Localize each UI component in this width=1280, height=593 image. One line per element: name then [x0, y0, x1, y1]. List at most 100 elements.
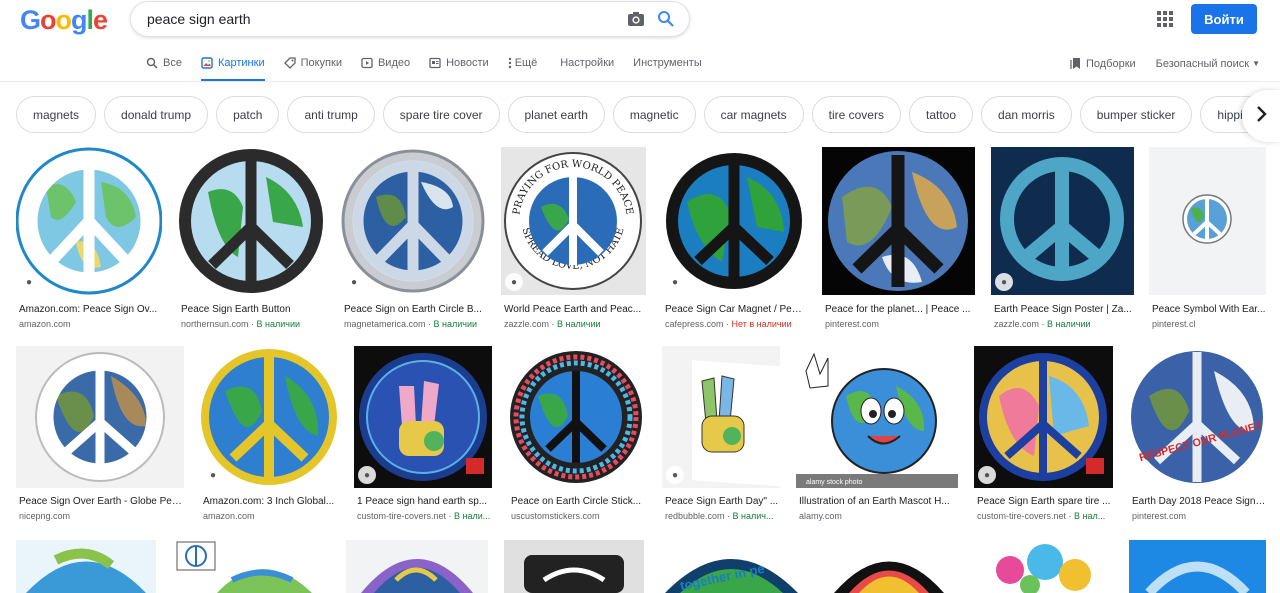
- result-thumbnail[interactable]: ●: [341, 147, 486, 295]
- chip[interactable]: spare tire cover: [382, 96, 500, 133]
- apps-grid-icon[interactable]: [1156, 10, 1174, 28]
- tab-label: Ещё: [514, 57, 538, 69]
- source-domain: custom-tire-covers.net ·: [977, 511, 1075, 521]
- chip[interactable]: donald trump: [104, 96, 209, 133]
- result-thumbnail[interactable]: [172, 540, 330, 593]
- source-domain: alamy.com: [799, 511, 842, 521]
- result-title[interactable]: Illustration of an Earth Mascot H...: [799, 496, 959, 507]
- source-domain: pinterest.com: [1132, 511, 1187, 521]
- result-thumbnail[interactable]: PRAYING FOR WORLD PEACE SPREAD LOVE, NOT …: [501, 147, 646, 295]
- result-title[interactable]: Peace on Earth Circle Stick...: [511, 496, 645, 507]
- result-source: northernsun.com · В наличии: [181, 319, 325, 329]
- tab-images[interactable]: Картинки: [200, 50, 265, 82]
- result-thumbnail[interactable]: [975, 540, 1113, 593]
- product-tag-icon: ●: [358, 466, 376, 484]
- tab-shopping[interactable]: Покупки: [283, 50, 342, 76]
- caret-down-icon: ▼: [1252, 59, 1260, 68]
- tab-settings[interactable]: Настройки: [560, 50, 614, 76]
- result-title[interactable]: Peace Symbol With Ear...: [1152, 304, 1266, 315]
- result-source: custom-tire-covers.net · В нал...: [977, 511, 1113, 521]
- chip[interactable]: anti trump: [287, 96, 375, 133]
- result-thumbnail[interactable]: [346, 540, 488, 593]
- result-thumbnail[interactable]: [819, 540, 959, 593]
- result-thumbnail[interactable]: ●: [200, 346, 339, 488]
- result-title[interactable]: Amazon.com: 3 Inch Global...: [203, 496, 339, 507]
- tab-label: Видео: [377, 57, 411, 69]
- result-thumbnail[interactable]: ●: [991, 147, 1134, 295]
- source-domain: pinterest.cl: [1152, 319, 1196, 329]
- product-tag-icon: ●: [978, 466, 996, 484]
- chip[interactable]: dan morris: [981, 96, 1072, 133]
- chip[interactable]: car magnets: [703, 96, 804, 133]
- stock-status: В налич...: [732, 511, 774, 521]
- tab-more[interactable]: Ещё: [508, 50, 538, 76]
- camera-icon[interactable]: [621, 11, 651, 27]
- result-title[interactable]: Earth Peace Sign Poster | Za...: [994, 304, 1134, 315]
- image-icon: [201, 57, 213, 69]
- login-button[interactable]: Войти: [1191, 4, 1257, 34]
- source-domain: zazzle.com ·: [994, 319, 1048, 329]
- search-tabs: Все Картинки Покупки Видео Новости Ещё Н…: [146, 50, 721, 82]
- search-input[interactable]: peace sign earth: [147, 11, 621, 27]
- result-thumbnail[interactable]: [178, 147, 325, 295]
- result-thumbnail[interactable]: [1129, 540, 1266, 593]
- tab-label: Новости: [446, 57, 489, 69]
- tab-news[interactable]: Новости: [429, 50, 489, 76]
- result-thumbnail[interactable]: [16, 346, 184, 488]
- search-icon[interactable]: [651, 10, 681, 28]
- stock-status: В наличии: [433, 319, 478, 329]
- result-title[interactable]: Peace Sign Earth Button: [181, 304, 325, 315]
- stock-status: В наличии: [1047, 319, 1091, 329]
- result-source: alamy.com: [799, 511, 959, 521]
- tab-tools[interactable]: Инструменты: [633, 50, 702, 76]
- result-title[interactable]: Peace Sign Car Magnet / Pea...: [665, 304, 805, 315]
- result-title[interactable]: World Peace Earth and Peac...: [504, 304, 646, 315]
- tab-video[interactable]: Видео: [361, 50, 410, 76]
- product-tag-icon: ●: [204, 466, 222, 484]
- result-thumbnail[interactable]: ●: [16, 147, 162, 295]
- result-thumbnail[interactable]: together in pe: [660, 540, 803, 593]
- result-source: magnetamerica.com · В наличии: [344, 319, 488, 329]
- product-tag-icon: ●: [666, 466, 684, 484]
- tab-label: Картинки: [217, 57, 265, 69]
- chip[interactable]: patch: [216, 96, 280, 133]
- result-thumbnail[interactable]: alamy stock photo: [796, 346, 958, 488]
- chip[interactable]: planet earth: [507, 96, 605, 133]
- result-title[interactable]: Amazon.com: Peace Sign Ov...: [19, 304, 159, 315]
- chip[interactable]: tire covers: [811, 96, 901, 133]
- result-thumbnail[interactable]: ●: [974, 346, 1113, 488]
- chips-next-button[interactable]: [1242, 90, 1280, 142]
- header-divider: [0, 81, 1280, 82]
- source-domain: cafepress.com ·: [665, 319, 732, 329]
- stock-status: В наличии: [256, 319, 301, 329]
- search-icon: [146, 57, 158, 69]
- result-thumbnail[interactable]: [1149, 147, 1266, 295]
- result-title[interactable]: Peace Sign Earth spare tire ...: [977, 496, 1113, 507]
- result-title[interactable]: Peace Sign Earth Day" ...: [665, 496, 781, 507]
- safe-search-dropdown[interactable]: Безопасный поиск ▼: [1156, 58, 1260, 70]
- chip[interactable]: tattoo: [908, 96, 974, 133]
- result-thumbnail[interactable]: [504, 540, 644, 593]
- result-source: uscustomstickers.com: [511, 511, 645, 521]
- result-thumbnail[interactable]: [16, 540, 156, 593]
- chip[interactable]: bumper sticker: [1079, 96, 1193, 133]
- search-box[interactable]: peace sign earth: [130, 1, 690, 37]
- result-thumbnail[interactable]: ●: [662, 147, 806, 295]
- tab-all[interactable]: Все: [146, 50, 182, 76]
- result-thumbnail[interactable]: [822, 147, 975, 295]
- tab-label: Покупки: [300, 57, 342, 69]
- result-title[interactable]: Peace Sign on Earth Circle B...: [344, 304, 484, 315]
- result-title[interactable]: Peace Sign Over Earth - Globe Pea...: [19, 496, 185, 507]
- result-thumbnail[interactable]: RESPECT OUR PLANET: [1129, 346, 1266, 488]
- chip[interactable]: magnets: [16, 96, 97, 133]
- google-logo[interactable]: Google: [20, 5, 108, 36]
- result-title[interactable]: Peace for the planet... | Peace ...: [825, 304, 973, 315]
- result-thumbnail[interactable]: [508, 346, 645, 488]
- collections-link[interactable]: Подборки: [1070, 57, 1136, 70]
- source-domain: pinterest.com: [825, 319, 880, 329]
- result-title[interactable]: Earth Day 2018 Peace Sign ...: [1132, 496, 1266, 507]
- result-thumbnail[interactable]: ●: [662, 346, 780, 488]
- result-title[interactable]: 1 Peace sign hand earth sp...: [357, 496, 493, 507]
- result-thumbnail[interactable]: ●: [354, 346, 492, 488]
- chip[interactable]: magnetic: [612, 96, 696, 133]
